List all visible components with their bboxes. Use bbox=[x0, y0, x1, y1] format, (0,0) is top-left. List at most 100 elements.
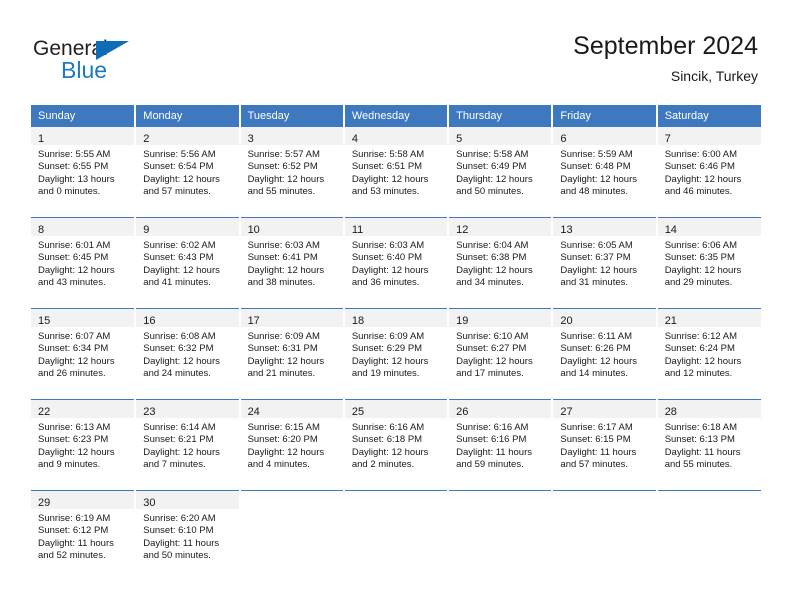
day-cell-content: 8 Sunrise: 6:01 AM Sunset: 6:45 PM Daylight… bbox=[31, 218, 135, 308]
calendar-week-row: 8 Sunrise: 6:01 AM Sunset: 6:45 PM Daylight… bbox=[31, 217, 761, 309]
sunset-time: Sunset: 6:46 PM bbox=[664, 161, 735, 173]
sunrise-time: Sunrise: 6:11 AM bbox=[560, 331, 633, 342]
calendar-day-cell[interactable]: 15 Sunrise: 6:07 AM Sunset: 6:34 PM Dayligh… bbox=[31, 308, 137, 400]
calendar-day-cell[interactable]: 28 Sunrise: 6:18 AM Sunset: 6:13 PM Dayligh… bbox=[656, 399, 761, 491]
calendar-day-cell[interactable]: 27 Sunrise: 6:17 AM Sunset: 6:15 PM Dayligh… bbox=[552, 399, 658, 491]
day-sun-details: Sunrise: 6:00 AM Sunset: 6:46 PM Daylight:… bbox=[658, 145, 761, 198]
calendar-day-cell[interactable]: 20 Sunrise: 6:11 AM Sunset: 6:26 PM Dayligh… bbox=[552, 308, 658, 400]
day-cell-content bbox=[449, 491, 551, 581]
calendar-day-cell[interactable]: 10 Sunrise: 6:03 AM Sunset: 6:41 PM Dayligh… bbox=[239, 217, 345, 309]
calendar-day-cell[interactable]: 13 Sunrise: 6:05 AM Sunset: 6:37 PM Dayligh… bbox=[552, 217, 658, 309]
calendar-day-cell[interactable]: 1 Sunrise: 5:55 AM Sunset: 6:55 PM Daylight… bbox=[31, 127, 137, 218]
daylight-duration-line-1: Daylight: 12 hours bbox=[143, 264, 220, 276]
day-number: 4 bbox=[351, 133, 358, 145]
calendar-day-cell[interactable]: 26 Sunrise: 6:16 AM Sunset: 6:16 PM Dayligh… bbox=[448, 399, 554, 491]
daylight-duration-line-2: and 31 minutes. bbox=[560, 276, 629, 288]
sunset-time: Sunset: 6:12 PM bbox=[38, 525, 109, 537]
calendar-day-cell[interactable]: 6 Sunrise: 5:59 AM Sunset: 6:48 PM Daylight… bbox=[552, 127, 658, 218]
sunset-time: Sunset: 6:18 PM bbox=[351, 434, 423, 446]
daylight-duration-line-2: and 2 minutes. bbox=[351, 458, 415, 470]
calendar-day-cell[interactable]: 5 Sunrise: 5:58 AM Sunset: 6:49 PM Daylight… bbox=[448, 127, 554, 218]
calendar-day-cell[interactable]: 19 Sunrise: 6:10 AM Sunset: 6:27 PM Dayligh… bbox=[448, 308, 554, 400]
calendar-day-cell[interactable]: 24 Sunrise: 6:15 AM Sunset: 6:20 PM Dayligh… bbox=[239, 399, 345, 491]
daylight-duration-line-2: and 43 minutes. bbox=[38, 276, 106, 288]
day-number-band: 9 bbox=[136, 218, 239, 236]
daylight-duration-line-2: and 19 minutes. bbox=[351, 367, 420, 379]
calendar-page: General Blue September 2024 Sincik, Turk… bbox=[0, 0, 792, 612]
sunset-time: Sunset: 6:32 PM bbox=[143, 343, 214, 355]
calendar-day-cell[interactable]: 29 Sunrise: 6:19 AM Sunset: 6:12 PM Dayligh… bbox=[31, 490, 137, 582]
daylight-duration-line-1: Daylight: 12 hours bbox=[351, 446, 429, 458]
day-number-band: 19 bbox=[449, 309, 552, 327]
day-cell-content bbox=[553, 491, 655, 581]
daylight-duration-line-2: and 34 minutes. bbox=[456, 276, 524, 288]
sunrise-time: Sunrise: 6:00 AM bbox=[664, 149, 738, 160]
day-cell-content bbox=[658, 491, 761, 581]
calendar-day-cell[interactable]: 3 Sunrise: 5:57 AM Sunset: 6:52 PM Daylight… bbox=[239, 127, 345, 218]
page-title: September 2024 bbox=[573, 32, 758, 60]
calendar-day-cell[interactable]: 25 Sunrise: 6:16 AM Sunset: 6:18 PM Dayligh… bbox=[343, 399, 450, 491]
calendar-day-cell[interactable]: 23 Sunrise: 6:14 AM Sunset: 6:21 PM Dayligh… bbox=[135, 399, 241, 491]
sunset-time: Sunset: 6:29 PM bbox=[351, 343, 423, 355]
calendar-day-cell[interactable]: 22 Sunrise: 6:13 AM Sunset: 6:23 PM Dayligh… bbox=[31, 399, 137, 491]
daylight-duration-line-1: Daylight: 12 hours bbox=[351, 173, 429, 185]
day-number-band: 27 bbox=[553, 400, 656, 418]
day-sun-details: Sunrise: 6:01 AM Sunset: 6:45 PM Daylight:… bbox=[31, 236, 134, 289]
calendar-day-cell[interactable]: 21 Sunrise: 6:12 AM Sunset: 6:24 PM Dayligh… bbox=[656, 308, 761, 400]
calendar-day-cell[interactable]: 30 Sunrise: 6:20 AM Sunset: 6:10 PM Dayligh… bbox=[135, 490, 241, 582]
sunrise-time: Sunrise: 6:05 AM bbox=[560, 240, 633, 251]
day-number-band: 14 bbox=[657, 218, 761, 236]
sunset-time: Sunset: 6:45 PM bbox=[38, 252, 109, 264]
day-sun-details: Sunrise: 6:12 AM Sunset: 6:24 PM Daylight:… bbox=[658, 327, 761, 380]
day-number-band: 3 bbox=[240, 127, 343, 145]
day-cell-content: 3 Sunrise: 5:57 AM Sunset: 6:52 PM Daylight… bbox=[240, 127, 343, 217]
sunrise-time: Sunrise: 6:16 AM bbox=[351, 422, 425, 433]
day-number: 1 bbox=[38, 133, 45, 145]
day-number-band: 17 bbox=[240, 309, 343, 327]
day-cell-content: 6 Sunrise: 5:59 AM Sunset: 6:48 PM Daylight… bbox=[553, 127, 656, 217]
calendar-day-cell[interactable]: 7 Sunrise: 6:00 AM Sunset: 6:46 PM Daylight… bbox=[656, 127, 761, 218]
sunset-time: Sunset: 6:10 PM bbox=[143, 525, 214, 537]
calendar-day-cell[interactable]: 2 Sunrise: 5:56 AM Sunset: 6:54 PM Daylight… bbox=[135, 127, 241, 218]
day-cell-content: 14 Sunrise: 6:06 AM Sunset: 6:35 PM Dayligh… bbox=[657, 218, 761, 308]
day-number-band: 21 bbox=[657, 309, 761, 327]
sunset-time: Sunset: 6:23 PM bbox=[38, 434, 109, 446]
weekday-header-row: Sunday Monday Tuesday Wednesday Thursday… bbox=[31, 105, 761, 127]
sunrise-time: Sunrise: 6:04 AM bbox=[456, 240, 529, 251]
sunset-time: Sunset: 6:48 PM bbox=[560, 161, 631, 173]
day-cell-content: 13 Sunrise: 6:05 AM Sunset: 6:37 PM Dayligh… bbox=[553, 218, 656, 308]
calendar-day-cell[interactable]: 9 Sunrise: 6:02 AM Sunset: 6:43 PM Daylight… bbox=[135, 217, 241, 309]
calendar-day-cell[interactable]: 17 Sunrise: 6:09 AM Sunset: 6:31 PM Dayligh… bbox=[239, 308, 345, 400]
day-number-band: 29 bbox=[31, 491, 135, 509]
calendar-day-cell[interactable]: 18 Sunrise: 6:09 AM Sunset: 6:29 PM Dayligh… bbox=[343, 308, 450, 400]
daylight-duration-line-1: Daylight: 12 hours bbox=[456, 264, 533, 276]
daylight-duration-line-1: Daylight: 12 hours bbox=[143, 355, 220, 367]
sunset-time: Sunset: 6:27 PM bbox=[456, 343, 527, 355]
sunset-time: Sunset: 6:13 PM bbox=[664, 434, 735, 446]
general-blue-logo: General Blue bbox=[33, 38, 183, 86]
daylight-duration-line-2: and 29 minutes. bbox=[664, 276, 733, 288]
sunrise-time: Sunrise: 6:07 AM bbox=[38, 331, 111, 342]
calendar-day-cell[interactable]: 14 Sunrise: 6:06 AM Sunset: 6:35 PM Dayligh… bbox=[656, 217, 761, 309]
day-number: 30 bbox=[143, 497, 156, 509]
day-number-band: 4 bbox=[344, 127, 448, 145]
day-number-band: 23 bbox=[136, 400, 239, 418]
daylight-duration-line-1: Daylight: 12 hours bbox=[143, 446, 220, 458]
day-number: 6 bbox=[560, 133, 567, 145]
day-sun-details: Sunrise: 6:03 AM Sunset: 6:41 PM Daylight:… bbox=[241, 236, 343, 289]
calendar-day-cell[interactable]: 12 Sunrise: 6:04 AM Sunset: 6:38 PM Dayligh… bbox=[448, 217, 554, 309]
day-number: 26 bbox=[456, 406, 469, 418]
calendar-day-cell[interactable]: 11 Sunrise: 6:03 AM Sunset: 6:40 PM Dayligh… bbox=[343, 217, 450, 309]
daylight-duration-line-1: Daylight: 12 hours bbox=[38, 446, 115, 458]
daylight-duration-line-2: and 55 minutes. bbox=[247, 185, 316, 197]
daylight-duration-line-1: Daylight: 12 hours bbox=[38, 355, 115, 367]
sunrise-time: Sunrise: 6:09 AM bbox=[351, 331, 425, 342]
calendar-day-cell[interactable]: 4 Sunrise: 5:58 AM Sunset: 6:51 PM Daylight… bbox=[343, 127, 450, 218]
day-number: 7 bbox=[664, 133, 671, 145]
day-cell-content: 15 Sunrise: 6:07 AM Sunset: 6:34 PM Dayligh… bbox=[31, 309, 135, 399]
calendar-day-cell bbox=[656, 490, 761, 582]
day-number-band bbox=[345, 491, 447, 509]
daylight-duration-line-2: and 7 minutes. bbox=[143, 458, 206, 470]
calendar-day-cell[interactable]: 8 Sunrise: 6:01 AM Sunset: 6:45 PM Daylight… bbox=[31, 217, 137, 309]
calendar-day-cell[interactable]: 16 Sunrise: 6:08 AM Sunset: 6:32 PM Dayligh… bbox=[135, 308, 241, 400]
